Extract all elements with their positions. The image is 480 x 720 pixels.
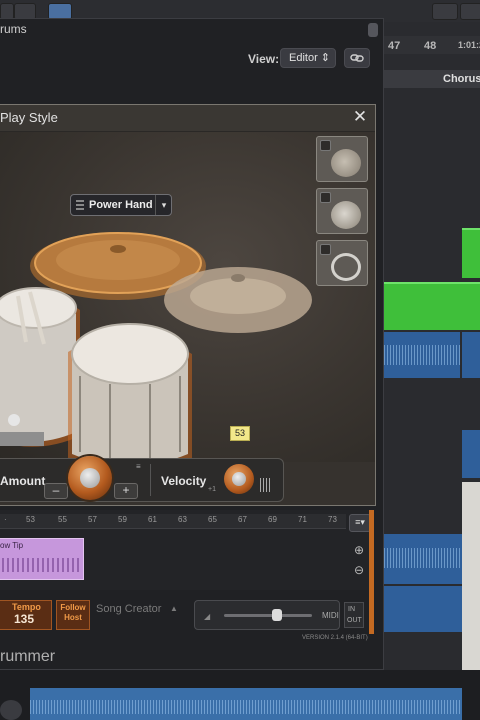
ruler-tick: 55: [58, 515, 67, 524]
panel-header: Play Style ✕: [0, 105, 375, 132]
ruler-tick: ·: [4, 515, 7, 524]
velocity-meter-icon: [260, 478, 270, 492]
window-title: rums: [0, 22, 27, 36]
ruler-tick: 59: [118, 515, 127, 524]
link-icon: [350, 54, 364, 62]
video-thumbnail: [462, 482, 480, 678]
region-green[interactable]: [462, 228, 480, 278]
power-hand-selector[interactable]: Power Hand ▾: [70, 194, 172, 216]
tambourine-thumbnail: [331, 253, 361, 281]
midi-in-label: IN: [348, 606, 355, 613]
version-label: VERSION 2.1.4 (64-BIT): [302, 635, 368, 641]
follow-host-label: Follow Host: [60, 603, 86, 622]
velocity-scale-label: +1: [208, 486, 216, 493]
ride-cymbal-bell: [231, 274, 245, 282]
ruler-tick: 73: [328, 515, 337, 524]
audio-region[interactable]: [462, 430, 480, 478]
selection-edge: [369, 510, 374, 634]
list-menu-icon[interactable]: ≡▾: [349, 514, 371, 532]
ride-cymbal-ring: [190, 278, 286, 314]
panel-title: Play Style: [0, 110, 58, 125]
ruler-tick: 71: [298, 515, 307, 524]
pencil-tool-icon[interactable]: [460, 3, 480, 20]
crash-cymbal-bell: [110, 245, 126, 253]
value-tooltip: 53: [230, 426, 250, 441]
waveform: [30, 700, 462, 714]
ruler-tick: 63: [178, 515, 187, 524]
volume-slider-track[interactable]: [224, 614, 312, 617]
ruler-tick: 61: [148, 515, 157, 524]
midi-out-label: OUT: [347, 617, 362, 624]
cymbal-hand-thumbnail: [331, 149, 361, 177]
power-hand-label: Power Hand: [89, 199, 153, 211]
power-icon[interactable]: [320, 140, 331, 151]
play-style-thumb-stick[interactable]: [316, 188, 368, 234]
tempo-label: Tempo: [12, 602, 41, 612]
waveform: [384, 345, 460, 365]
waveform: [384, 548, 462, 568]
divider: [150, 464, 151, 496]
amount-label: Amount: [0, 474, 46, 488]
amount-increase-button[interactable]: +: [114, 483, 138, 499]
pattern-notes: [2, 558, 80, 572]
tempo-value: 135: [14, 612, 35, 626]
velocity-knob-cap: [232, 472, 246, 486]
pointer-tool-icon[interactable]: [432, 3, 458, 20]
pedal-part: [8, 414, 20, 426]
chevron-up-icon[interactable]: ▲: [170, 604, 178, 613]
region-green[interactable]: [384, 282, 480, 330]
audio-region[interactable]: [384, 586, 462, 632]
ruler-tick: 67: [238, 515, 247, 524]
ruler-label: 1:01:2: [458, 40, 480, 50]
close-icon[interactable]: ✕: [350, 107, 370, 127]
amount-decrease-button[interactable]: –: [44, 483, 68, 499]
ruler-label: 48: [424, 40, 437, 52]
ruler-tick: 69: [268, 515, 277, 524]
pattern-label: ow Tip: [0, 541, 24, 550]
menu-icon[interactable]: ≡: [136, 462, 141, 471]
ruler-label: 47: [388, 40, 401, 52]
drag-handle-icon[interactable]: [76, 200, 84, 210]
midi-label: MIDI: [322, 611, 339, 620]
drummer-footer-label: rummer: [0, 648, 56, 665]
song-creator-button[interactable]: Song Creator: [96, 603, 161, 615]
window-scrollbar[interactable]: [368, 23, 378, 37]
view-select[interactable]: Editor ⇕: [280, 48, 336, 68]
velocity-label: Velocity: [161, 474, 207, 488]
amount-knob-cap: [80, 468, 100, 488]
audio-region[interactable]: [462, 332, 480, 378]
zoom-in-icon[interactable]: ⊕: [352, 543, 366, 557]
link-button[interactable]: [344, 48, 370, 68]
view-select-value: Editor ⇕: [289, 52, 331, 64]
mini-ruler[interactable]: [0, 514, 346, 529]
play-style-thumb-cymbal[interactable]: [316, 136, 368, 182]
zoom-out-icon[interactable]: ⊖: [352, 563, 366, 577]
track-button[interactable]: [0, 700, 22, 720]
volume-ramp-icon: ◢: [204, 612, 211, 621]
ruler-tick: 53: [26, 515, 35, 524]
ruler-tick: 57: [88, 515, 97, 524]
view-label: View:: [248, 52, 280, 66]
ruler-tick: 65: [208, 515, 217, 524]
chevron-down-icon[interactable]: ▾: [155, 195, 172, 215]
power-icon[interactable]: [320, 244, 331, 255]
floor-tom-head: [71, 323, 189, 385]
stick-hand-thumbnail: [331, 201, 361, 229]
marker-chorus[interactable]: Chorus: [443, 73, 480, 85]
power-icon[interactable]: [320, 192, 331, 203]
play-style-thumb-tambourine[interactable]: [316, 240, 368, 286]
pedal: [0, 432, 44, 446]
volume-slider-thumb[interactable]: [272, 609, 282, 621]
